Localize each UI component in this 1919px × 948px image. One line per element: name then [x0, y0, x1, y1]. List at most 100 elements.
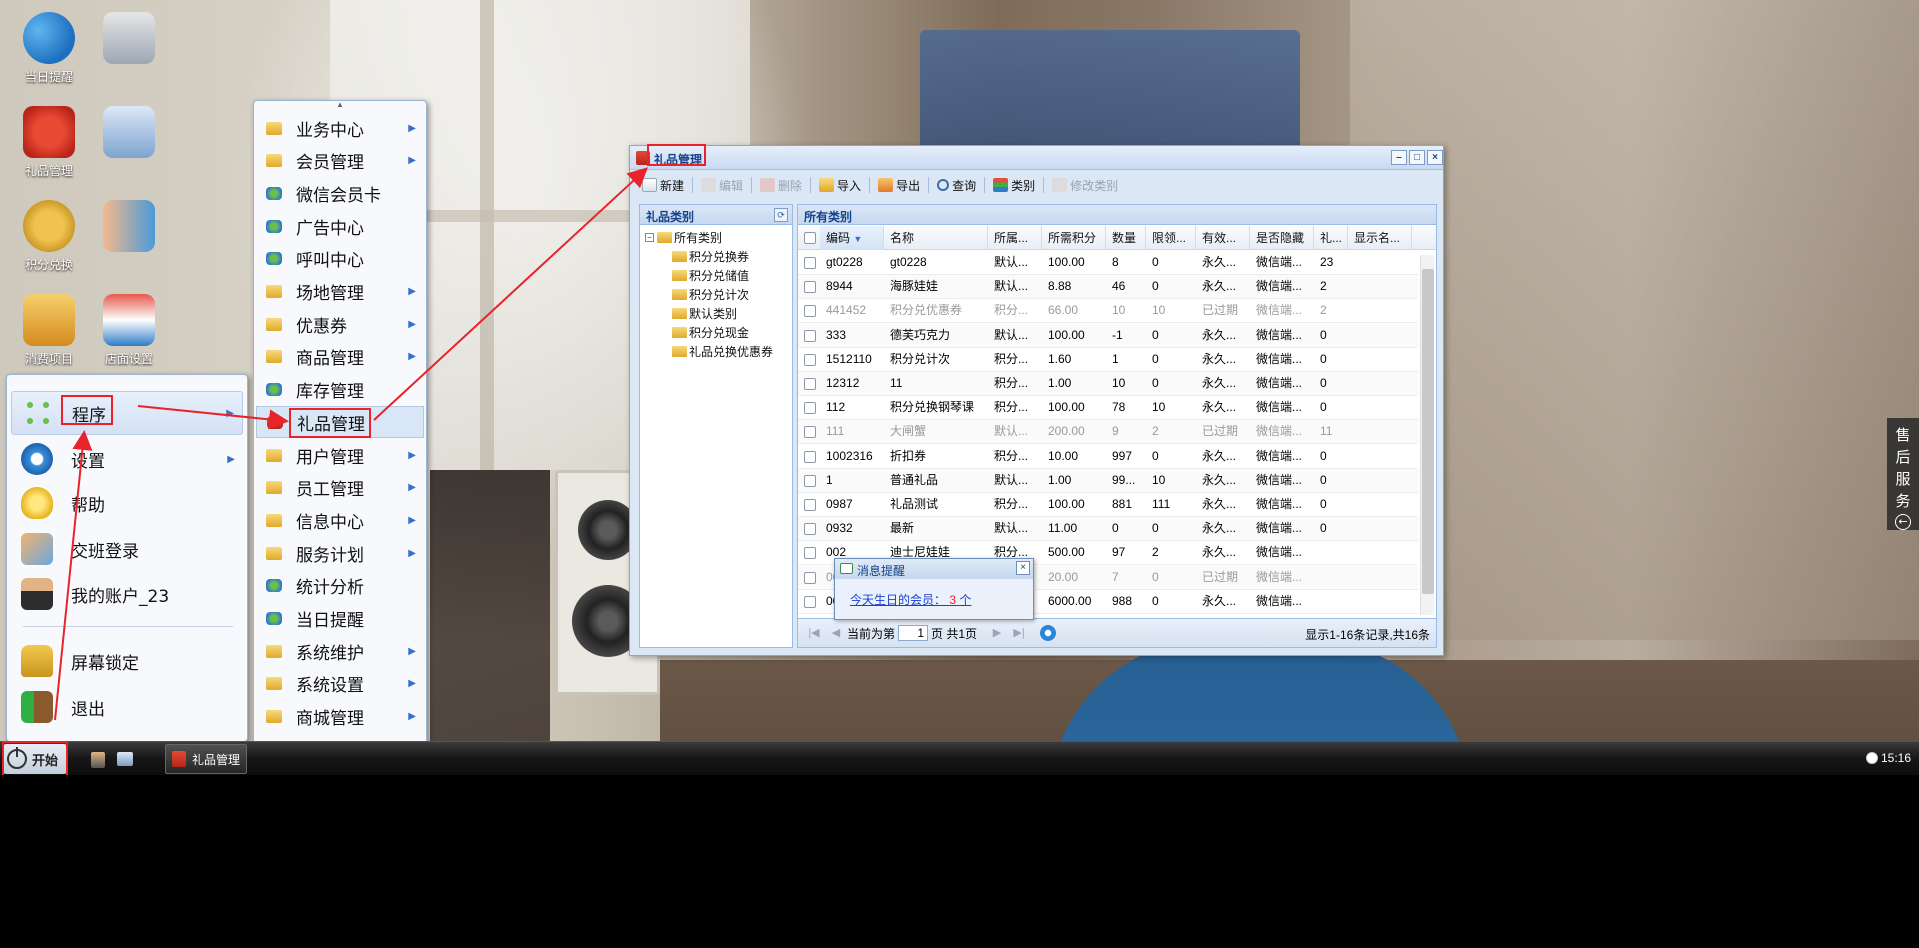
row-checkbox[interactable] [804, 523, 816, 536]
row-checkbox[interactable] [804, 281, 816, 294]
submenu-item[interactable]: 广告中心 [256, 210, 424, 242]
submenu-item[interactable]: 信息中心 ▶ [256, 504, 424, 536]
refresh-icon[interactable]: ⟳ [774, 208, 788, 222]
next-page-icon[interactable]: ▶ [989, 625, 1005, 641]
column-header-points[interactable]: 所需积分 [1042, 226, 1106, 250]
last-page-icon[interactable]: ▶| [1011, 625, 1027, 641]
column-header-name[interactable]: 名称 [884, 226, 988, 250]
submenu-item[interactable]: 业务中心 ▶ [256, 112, 424, 144]
start-menu-programs[interactable]: 程序 ▶ [11, 391, 243, 435]
tree-node[interactable]: 积分兑现金 [672, 323, 749, 341]
submenu-item[interactable]: 呼叫中心 [256, 243, 424, 275]
submenu-item[interactable]: 服务计划 ▶ [256, 537, 424, 569]
tree-node[interactable]: 积分兑计次 [672, 285, 749, 303]
first-page-icon[interactable]: |◀ [806, 625, 822, 641]
table-row[interactable]: 0987 礼品测试 积分... 100.00 881 111 永久... 微信端... 0 [798, 493, 1418, 517]
row-checkbox[interactable] [804, 499, 816, 511]
after-sales-service-tab[interactable]: 售 后 服 务 ← [1887, 418, 1919, 530]
submenu-item[interactable]: 系统设置 ▶ [256, 668, 424, 700]
scroll-up-icon[interactable]: ▲ [254, 101, 426, 109]
submenu-item[interactable]: 会员管理 ▶ [256, 145, 424, 177]
row-checkbox[interactable] [804, 426, 816, 439]
start-menu-lock-screen[interactable]: 屏幕锁定 [11, 639, 243, 683]
submenu-item[interactable]: 库存管理 [256, 374, 424, 406]
vertical-scrollbar[interactable] [1420, 255, 1434, 615]
close-button[interactable]: × [1427, 150, 1443, 165]
submenu-item[interactable]: 当日提醒 [256, 603, 424, 635]
table-row[interactable]: gt0228 gt0228 默认... 100.00 8 0 永久... 微信端... 23 [798, 251, 1418, 275]
desktop-icon-reminder[interactable]: 当日提醒 [9, 12, 89, 85]
row-checkbox[interactable] [804, 378, 816, 390]
column-header-code[interactable]: 编码 ▼ [820, 226, 884, 250]
row-checkbox[interactable] [804, 571, 816, 584]
start-menu-help[interactable]: 帮助 [11, 481, 243, 525]
row-checkbox[interactable] [804, 474, 816, 487]
quicklaunch-window-icon[interactable] [117, 752, 133, 766]
refresh-icon[interactable] [1040, 625, 1057, 641]
select-all-checkbox[interactable] [804, 232, 816, 244]
desktop-icon-gift[interactable]: 礼品管理 [9, 106, 89, 179]
page-number-input[interactable] [898, 625, 929, 641]
submenu-item[interactable]: 员工管理 ▶ [256, 472, 424, 504]
submenu-item[interactable]: 场地管理 ▶ [256, 276, 424, 308]
submenu-item[interactable]: 统计分析 [256, 570, 424, 602]
new-button[interactable]: 新建 [636, 174, 690, 196]
table-row[interactable]: 112 积分兑换钢琴课 积分... 100.00 78 10 永久... 微信端... 0 [798, 396, 1418, 421]
desktop-icon-points[interactable]: 积分兑换 [9, 200, 89, 273]
quicklaunch-user-icon[interactable] [91, 752, 105, 768]
collapse-icon[interactable]: − [645, 232, 654, 242]
column-header-valid[interactable]: 有效... [1196, 226, 1250, 250]
table-row[interactable]: 441452 积分兑优惠券 积分... 66.00 10 10 已过期 微信端... 2 [798, 299, 1418, 324]
import-button[interactable]: 导入 [813, 174, 867, 196]
submenu-item[interactable]: 用户管理 ▶ [256, 439, 424, 471]
birthday-members-link[interactable]: 今天生日的会员： 3 个 [850, 593, 971, 607]
desktop-icon-user-chart[interactable] [89, 200, 169, 256]
desktop-icon-consumption[interactable]: 消费项目 [9, 294, 89, 367]
desktop-icon-user-clipboard[interactable] [89, 12, 169, 68]
prev-page-icon[interactable]: ◀ [828, 625, 844, 641]
tree-node[interactable]: 积分兑储值 [672, 266, 749, 284]
column-header-category[interactable]: 所属... [988, 226, 1042, 250]
table-row[interactable]: 1512110 积分兑计次 积分... 1.60 1 0 永久... 微信端... 0 [798, 348, 1418, 372]
tree-node[interactable]: 默认类别 [672, 304, 737, 322]
row-checkbox[interactable] [804, 595, 816, 608]
row-checkbox[interactable] [804, 402, 816, 415]
scrollbar-thumb[interactable] [1422, 269, 1434, 594]
column-header-gift[interactable]: 礼... [1314, 226, 1348, 250]
search-button[interactable]: 查询 [931, 174, 982, 196]
start-menu-shift-login[interactable]: 交班登录 [11, 527, 243, 571]
table-row[interactable]: 1002316 折扣券 积分... 10.00 997 0 永久... 微信端... 0 [798, 445, 1418, 469]
submenu-item[interactable]: 微信会员卡 [256, 177, 424, 209]
export-button[interactable]: 导出 [872, 174, 926, 196]
column-header-quantity[interactable]: 数量 [1106, 226, 1146, 250]
taskbar-gift-management[interactable]: 礼品管理 [165, 744, 247, 774]
start-menu-account[interactable]: 我的账户_23 [11, 572, 243, 616]
start-menu-exit[interactable]: 退出 [11, 685, 243, 729]
table-row[interactable]: 333 德芙巧克力 默认... 100.00 -1 0 永久... 微信端... 0 [798, 323, 1418, 348]
edit-category-button[interactable]: 修改类别 [1046, 174, 1124, 196]
submenu-item[interactable]: 优惠券 ▶ [256, 308, 424, 340]
tree-root[interactable]: − 所有类别 [645, 228, 722, 246]
desktop-icon-user-card[interactable] [89, 106, 169, 162]
category-button[interactable]: 类别 [987, 174, 1041, 196]
submenu-item[interactable]: 商城管理 ▶ [256, 701, 424, 733]
table-row[interactable]: 0932 最新 默认... 11.00 0 0 永久... 微信端... 0 [798, 517, 1418, 542]
table-row[interactable]: 111 大闸蟹 默认... 200.00 9 2 已过期 微信端... 11 [798, 420, 1418, 445]
minimize-button[interactable]: – [1391, 150, 1407, 165]
row-checkbox[interactable] [804, 305, 816, 318]
column-header-hidden[interactable]: 是否隐藏 [1250, 226, 1314, 250]
edit-button[interactable]: 编辑 [695, 174, 749, 196]
submenu-item[interactable]: 商品管理 ▶ [256, 341, 424, 373]
row-checkbox[interactable] [804, 353, 816, 366]
row-checkbox[interactable] [804, 257, 816, 269]
table-row[interactable]: 12312 11 积分... 1.00 10 0 永久... 微信端... 0 [798, 372, 1418, 396]
tree-node[interactable]: 礼品兑换优惠券 [672, 342, 773, 360]
start-menu-settings[interactable]: 设置 ▶ [11, 437, 243, 481]
window-titlebar[interactable]: 礼品管理 – □ × [630, 146, 1443, 170]
desktop-icon-store[interactable]: 店面设置 [89, 294, 169, 367]
table-row[interactable]: 1 普通礼品 默认... 1.00 99... 10 永久... 微信端... 0 [798, 468, 1418, 493]
row-checkbox[interactable] [804, 547, 816, 560]
column-header-display-name[interactable]: 显示名... [1348, 226, 1412, 250]
tree-node[interactable]: 积分兑换券 [672, 247, 749, 265]
row-checkbox[interactable] [804, 329, 816, 342]
